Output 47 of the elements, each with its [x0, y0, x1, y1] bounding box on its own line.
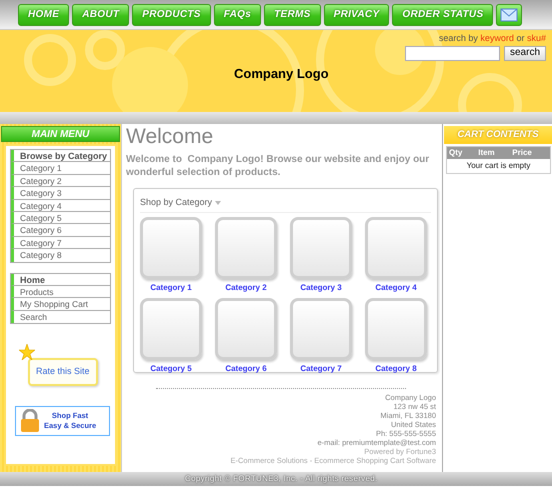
category-link[interactable]: Category 7 [290, 362, 352, 374]
category-link[interactable]: Category 8 [365, 362, 427, 374]
category-link[interactable]: Category 5 [140, 362, 202, 374]
category-link[interactable]: Category 3 [290, 282, 352, 294]
copyright-text: Copyright © FORTUNE3, Inc. - All rights reserved. [0, 472, 552, 486]
column-header: Item [476, 146, 510, 159]
category-link[interactable]: Category 2 [215, 282, 277, 294]
mail-button[interactable] [496, 4, 522, 26]
rate-site-button[interactable]: Rate this Site [28, 358, 98, 386]
main-menu-heading: MAIN MENU [1, 126, 120, 142]
category-image[interactable] [215, 216, 277, 278]
column-header: Price [510, 146, 550, 159]
menu-item[interactable]: Category 3 [11, 187, 110, 200]
category-image[interactable] [140, 298, 202, 360]
padlock-icon [20, 408, 40, 433]
column-header: Qty [446, 146, 476, 159]
menu-heading[interactable]: Home [11, 274, 110, 286]
cart-empty-message: Your cart is empty [446, 159, 550, 174]
menu-item[interactable]: Category 2 [11, 174, 110, 188]
search-button[interactable]: search [504, 46, 546, 60]
category-image[interactable] [365, 298, 427, 360]
menu-item[interactable]: Products [11, 286, 110, 298]
search-hint: search by keyword or sku# [438, 32, 546, 45]
envelope-icon [500, 8, 518, 22]
search-field[interactable] [404, 46, 500, 60]
category-image[interactable] [140, 216, 202, 278]
category-image[interactable] [365, 216, 427, 278]
menu-item[interactable]: Category 6 [11, 224, 110, 237]
category-link[interactable]: Category 6 [215, 362, 277, 374]
category-link[interactable]: Category 1 [140, 282, 202, 294]
menu-heading[interactable]: Browse by Category [11, 150, 110, 162]
menu-item[interactable]: Category 1 [11, 162, 110, 175]
company-logo: Company Logo [234, 65, 329, 83]
caret-icon [215, 200, 222, 205]
menu-item[interactable]: Category 7 [11, 236, 110, 250]
menu-item[interactable]: Category 5 [11, 212, 110, 224]
cart-heading: CART CONTENTS [444, 126, 552, 144]
intro-text: Welcome to Company Logo! Browse our website and enjoy our wonderful selection of products. [126, 153, 430, 179]
panel-title: Shop by Category [140, 196, 212, 209]
menu-item[interactable]: Category 4 [11, 200, 110, 212]
category-image[interactable] [215, 298, 277, 360]
star-icon [19, 344, 35, 360]
category-image[interactable] [290, 216, 352, 278]
page-title: Welcome [126, 125, 214, 149]
menu-item[interactable]: My Shopping Cart [11, 298, 110, 311]
category-link[interactable]: Category 4 [365, 282, 427, 294]
category-image[interactable] [290, 298, 352, 360]
